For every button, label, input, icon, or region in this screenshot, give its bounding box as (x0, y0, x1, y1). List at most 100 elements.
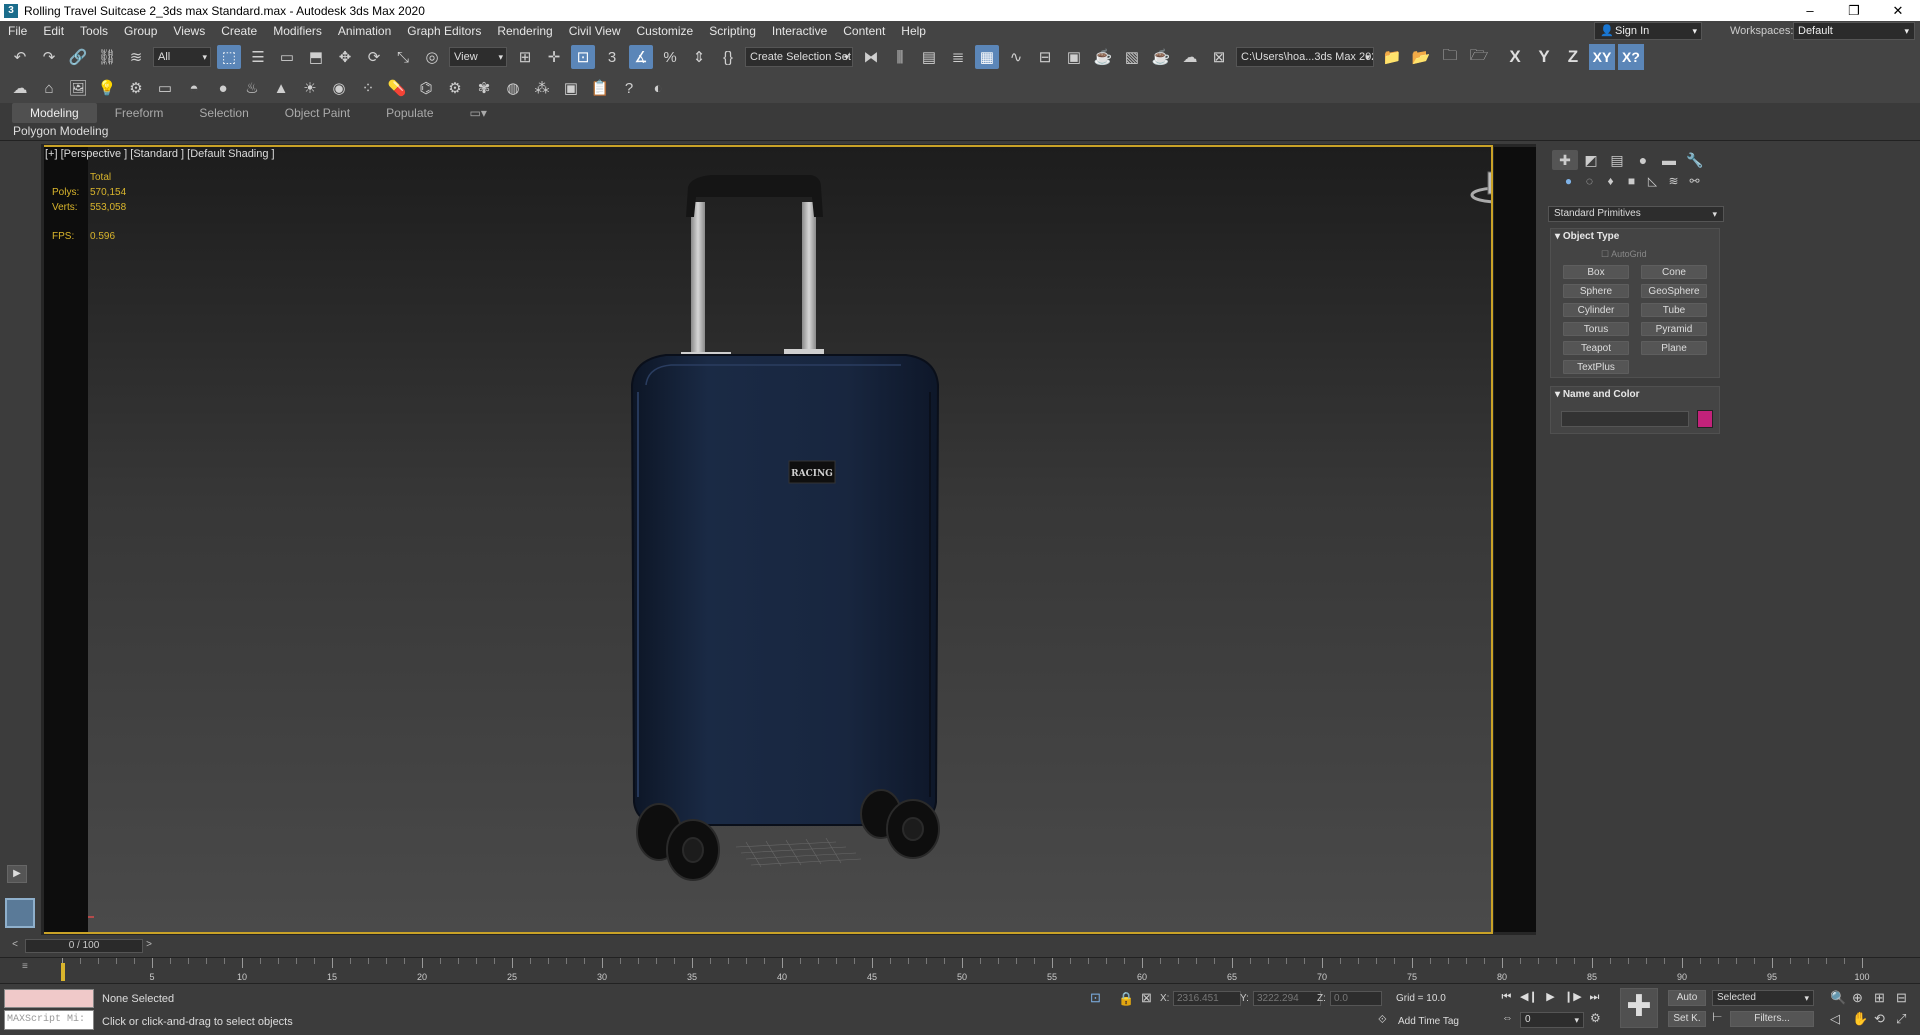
modify-tab-icon[interactable]: ◩ (1578, 150, 1604, 170)
track-bar[interactable]: 5 10 15 20 25 30 35 40 45 50 55 60 65 70 75 80 85 90 95 100 (60, 957, 1920, 983)
filters-button[interactable]: Filters... (1730, 1011, 1814, 1027)
particles-icon[interactable]: ⁘ (356, 76, 380, 100)
toggle-ribbon-icon[interactable]: ▦ (975, 45, 999, 69)
workspace-dropdown[interactable]: Default ▾ (1793, 22, 1915, 40)
maxscript-listener-output[interactable] (4, 989, 94, 1008)
absolute-mode-icon[interactable]: ⊠ (1141, 990, 1152, 1006)
restore-button[interactable]: ❐ (1832, 0, 1876, 21)
render-shortcuts-icon[interactable]: ⊠ (1207, 45, 1231, 69)
plant-icon[interactable]: ✾ (472, 76, 496, 100)
z-coordinate-field[interactable]: 0.0 (1330, 991, 1382, 1006)
textplus-button[interactable]: TextPlus (1563, 360, 1629, 374)
layer-explorer-icon[interactable]: ≣ (946, 45, 970, 69)
zoom-extents-icon[interactable]: ⊞ (1874, 990, 1885, 1006)
angle-snap-icon[interactable]: ∡ (629, 45, 653, 69)
axis-xy-button[interactable]: XY (1589, 44, 1615, 70)
tab-object-paint[interactable]: Object Paint (267, 103, 368, 123)
menu-edit[interactable]: Edit (35, 21, 72, 41)
add-time-tag[interactable]: Add Time Tag (1398, 1016, 1459, 1027)
torus-button[interactable]: Torus (1563, 322, 1629, 336)
teapot-icon[interactable]: ♨ (240, 76, 264, 100)
cone-icon[interactable]: ▲ (269, 76, 293, 100)
axis-z-button[interactable]: Z (1560, 44, 1586, 70)
go-to-end-icon[interactable]: ⏭ (1586, 988, 1603, 1006)
y-coordinate-field[interactable]: 3222.294 (1253, 991, 1321, 1006)
axis-x-button[interactable]: X (1502, 44, 1528, 70)
menu-interactive[interactable]: Interactive (764, 21, 835, 41)
key-filter-dropdown[interactable]: Selected (1712, 990, 1814, 1006)
time-configuration-icon[interactable]: ⚙ (1590, 1011, 1601, 1025)
auto-key-button[interactable]: Auto (1668, 990, 1706, 1006)
light-bulb-icon[interactable]: 💡 (95, 76, 119, 100)
schematic-view-icon[interactable]: ⊟ (1033, 45, 1057, 69)
hierarchy-tab-icon[interactable]: ▤ (1604, 150, 1630, 170)
close-button[interactable]: ✕ (1876, 0, 1920, 21)
window-crossing-icon[interactable]: ⬒ (304, 45, 328, 69)
network-icon[interactable]: ⌬ (414, 76, 438, 100)
cone-button[interactable]: Cone (1641, 265, 1707, 279)
display-tab-icon[interactable]: ▬ (1656, 150, 1682, 170)
material-editor-icon[interactable]: ▣ (1062, 45, 1086, 69)
folder-settings-icon[interactable]: 🗁 (1467, 45, 1491, 69)
spacewarps-category-icon[interactable]: ≋ (1663, 174, 1684, 192)
place-icon[interactable]: ◎ (420, 45, 444, 69)
cylinder-button[interactable]: Cylinder (1563, 303, 1629, 317)
rectangle-selection-icon[interactable]: ▭ (275, 45, 299, 69)
clipboard-icon[interactable]: 📋 (588, 76, 612, 100)
render-production-icon[interactable]: ☕ (1149, 45, 1173, 69)
unlink-icon[interactable]: ⛓ (95, 45, 119, 69)
sphere-icon[interactable]: ● (211, 76, 235, 100)
selection-filter-dropdown[interactable]: All (153, 47, 211, 67)
color-palette-icon[interactable]: ⁂ (530, 76, 554, 100)
plane-button[interactable]: Plane (1641, 341, 1707, 355)
track-bar-toggle-icon[interactable]: ≡ (0, 957, 60, 983)
menu-tools[interactable]: Tools (72, 21, 116, 41)
systems-category-icon[interactable]: ⚯ (1684, 174, 1705, 192)
menu-create[interactable]: Create (213, 21, 265, 41)
geometry-category-icon[interactable]: ● (1558, 174, 1579, 192)
time-slider[interactable]: 0 / 100 (25, 939, 143, 953)
link-icon[interactable]: 🔗 (66, 45, 90, 69)
viewport-layout-thumbnail[interactable] (5, 898, 35, 928)
lights-category-icon[interactable]: ♦ (1600, 174, 1621, 192)
primitive-category-dropdown[interactable]: Standard Primitives (1548, 206, 1724, 222)
current-frame-marker[interactable] (61, 963, 65, 981)
align-icon[interactable]: ⫼ (888, 45, 912, 69)
percent-snap-icon[interactable]: % (658, 45, 682, 69)
menu-customize[interactable]: Customize (629, 21, 702, 41)
bind-space-warp-icon[interactable]: ≋ (124, 45, 148, 69)
spinner-snap-icon[interactable]: ⇕ (687, 45, 711, 69)
container-icon[interactable]: ☁ (8, 76, 32, 100)
snaps-toggle-icon[interactable]: 3 (600, 45, 624, 69)
menu-help[interactable]: Help (893, 21, 934, 41)
select-manipulate-icon[interactable]: ✛ (542, 45, 566, 69)
scale-icon[interactable]: ⤡ (391, 45, 415, 69)
render-setup-icon[interactable]: ☕ (1091, 45, 1115, 69)
go-to-start-icon[interactable]: ⏮ (1498, 988, 1515, 1006)
render-preview-icon[interactable]: ▣ (559, 76, 583, 100)
helpers-category-icon[interactable]: ◺ (1642, 174, 1663, 192)
dome-icon[interactable]: ◓ (182, 76, 206, 100)
time-slider-next-icon[interactable]: > (142, 939, 156, 953)
tab-freeform[interactable]: Freeform (97, 103, 182, 123)
motion-tab-icon[interactable]: ● (1630, 150, 1656, 170)
orbit-icon[interactable]: ⟲ (1874, 1011, 1885, 1027)
shape-icon[interactable]: ⌂ (37, 76, 61, 100)
tube-button[interactable]: Tube (1641, 303, 1707, 317)
pivot-center-icon[interactable]: ⊞ (513, 45, 537, 69)
set-key-button[interactable]: Set K. (1668, 1011, 1706, 1027)
menu-group[interactable]: Group (116, 21, 165, 41)
expand-layout-icon[interactable]: ▶ (7, 865, 27, 883)
edit-named-selection-icon[interactable]: {} (716, 45, 740, 69)
minimize-button[interactable]: – (1788, 0, 1832, 21)
sign-in-dropdown[interactable]: 👤 Sign In ▾ (1594, 22, 1702, 40)
name-and-color-header[interactable]: ▾ Name and Color (1551, 387, 1719, 403)
menu-content[interactable]: Content (835, 21, 893, 41)
image-icon[interactable]: 🖼 (66, 76, 90, 100)
box-button[interactable]: Box (1563, 265, 1629, 279)
utilities-tab-icon[interactable]: 🔧 (1682, 150, 1708, 170)
folder-save-icon[interactable]: 🗀 (1438, 45, 1462, 69)
viewport-label-menu[interactable]: [+] [Perspective ] [Standard ] [Default … (45, 148, 275, 160)
polygon-modeling-panel[interactable]: Polygon Modeling (13, 124, 108, 138)
menu-views[interactable]: Views (165, 21, 213, 41)
